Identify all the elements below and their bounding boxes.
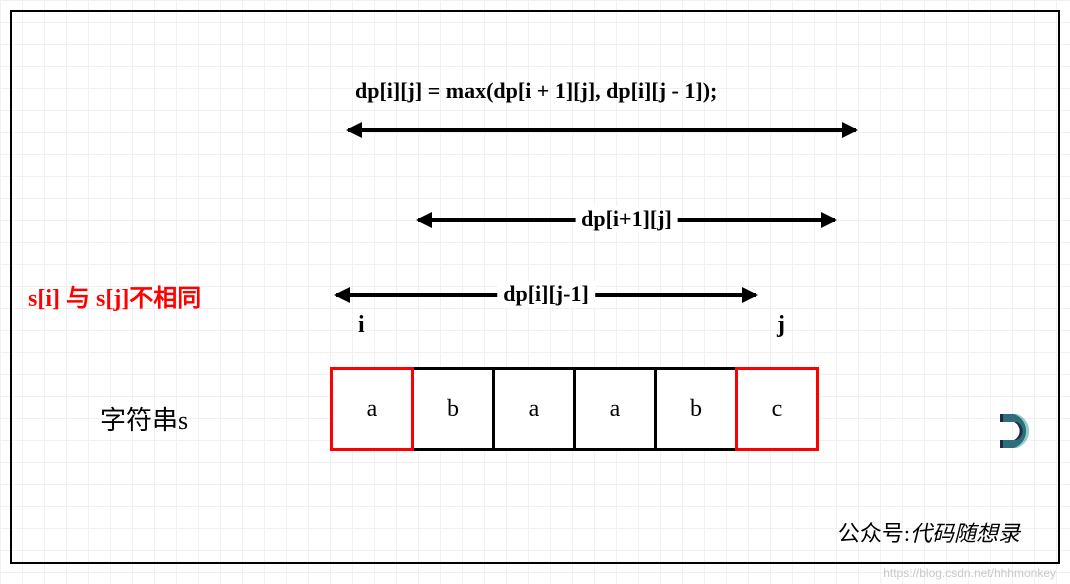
- condition-text: s[i] 与 s[j]不相同: [28, 278, 201, 313]
- credit-line: 公众号:代码随想录: [838, 516, 1020, 548]
- arrow-dp-i1-j: dp[i+1][j]: [418, 218, 835, 222]
- arrow-label-dp-i-j1: dp[i][j-1]: [497, 281, 595, 307]
- cell-5: c: [735, 367, 819, 451]
- watermark-url: https://blog.csdn.net/hhhmonkey: [883, 566, 1056, 580]
- cell-1: b: [411, 367, 495, 451]
- credit-label: 公众号:: [838, 521, 910, 546]
- diagram-content: dp[i][j] = max(dp[i + 1][j], dp[i][j - 1…: [0, 0, 1070, 584]
- pointer-i: i: [358, 312, 365, 339]
- cell-2: a: [492, 367, 576, 451]
- string-cells: a b a a b c: [330, 367, 819, 451]
- d-logo-icon: [994, 408, 1040, 454]
- dp-formula: dp[i][j] = max(dp[i + 1][j], dp[i][j - 1…: [355, 78, 717, 104]
- credit-name: 代码随想录: [910, 521, 1020, 546]
- arrow-full-range: [348, 128, 856, 132]
- string-s-label: 字符串s: [100, 400, 188, 437]
- cell-0: a: [330, 367, 414, 451]
- cell-4: b: [654, 367, 738, 451]
- cell-3: a: [573, 367, 657, 451]
- pointer-j: j: [777, 312, 785, 339]
- arrow-dp-i-j1: dp[i][j-1]: [336, 293, 756, 297]
- arrow-label-dp-i1-j: dp[i+1][j]: [575, 206, 678, 232]
